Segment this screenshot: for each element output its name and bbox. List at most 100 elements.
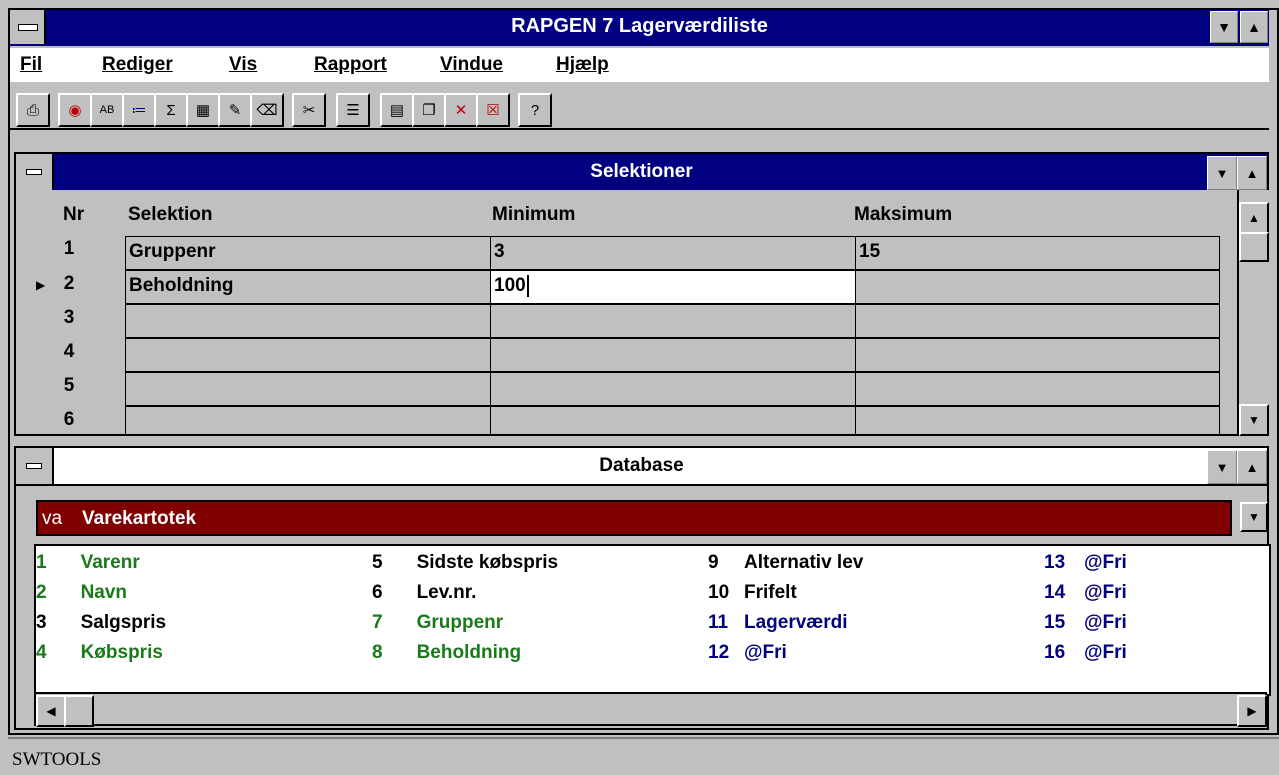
menu-rapport[interactable]: Rapport — [314, 54, 387, 76]
maksimum-cell[interactable] — [855, 372, 1220, 406]
minimum-cell[interactable] — [490, 372, 856, 406]
table-select[interactable]: va Varekartotek — [36, 500, 1232, 536]
scroll-up-button[interactable]: ▲ — [1239, 202, 1269, 234]
selektioner-minimize-button[interactable]: ▼ — [1207, 156, 1237, 190]
field-item[interactable]: 13 @Fri — [1044, 552, 1127, 574]
calculator-button[interactable]: ▦ — [186, 93, 220, 127]
cut-button[interactable]: ✂ — [292, 93, 326, 127]
selektion-cell[interactable] — [125, 338, 491, 372]
field-item[interactable]: 6 Lev.nr. — [372, 582, 476, 604]
field-name: Frifelt — [744, 582, 797, 603]
help-button[interactable]: ? — [518, 93, 552, 127]
field-item[interactable]: 7 Gruppenr — [372, 612, 503, 634]
title-bar[interactable]: RAPGEN 7 Lagerværdiliste ▼ ▲ — [10, 10, 1269, 46]
field-nr: 9 — [708, 552, 719, 573]
field-item[interactable]: 3 Salgspris — [36, 612, 166, 634]
minimize-arrow-icon: ▼ — [1215, 165, 1229, 181]
field-item[interactable]: 15 @Fri — [1044, 612, 1127, 634]
table-dropdown-button[interactable]: ▼ — [1240, 502, 1268, 532]
current-row-indicator-icon: ▶ — [36, 278, 46, 292]
selektion-cell[interactable] — [125, 406, 491, 434]
ab-field-button[interactable]: AB — [90, 93, 124, 127]
selektioner-title-bar[interactable]: Selektioner ▼ ▲ — [16, 154, 1267, 190]
field-item[interactable]: 1 Varenr — [36, 552, 140, 574]
delete-window-icon: ☒ — [486, 102, 500, 119]
col-header-maksimum: Maksimum — [854, 204, 953, 225]
delete-window-button[interactable]: ☒ — [476, 93, 510, 127]
close-window-button[interactable]: ✕ — [444, 93, 478, 127]
field-name: Købspris — [80, 642, 163, 663]
selektion-cell[interactable]: Gruppenr — [125, 236, 491, 270]
sum-button[interactable]: Σ — [154, 93, 188, 127]
field-name: @Fri — [1084, 642, 1127, 663]
menu-hjaelp[interactable]: Hjælp — [556, 54, 609, 76]
menu-vis[interactable]: Vis — [229, 54, 257, 76]
selektion-cell[interactable] — [125, 372, 491, 406]
scroll-right-button[interactable]: ▶ — [1237, 695, 1267, 727]
minimum-cell[interactable] — [490, 338, 856, 372]
maksimum-cell[interactable]: 15 — [855, 236, 1220, 270]
field-nr: 8 — [372, 642, 383, 663]
maximize-button[interactable]: ▲ — [1240, 11, 1268, 43]
edit-form-icon: ✎ — [228, 102, 242, 119]
selektioner-vertical-scrollbar[interactable]: ▲ ▼ — [1237, 190, 1269, 436]
field-item[interactable]: 10 Frifelt — [708, 582, 797, 604]
field-name: Varenr — [80, 552, 140, 573]
selektion-cell[interactable] — [125, 304, 491, 338]
field-item[interactable]: 4 Købspris — [36, 642, 163, 664]
field-item[interactable]: 8 Beholdning — [372, 642, 521, 664]
minimum-cell[interactable] — [490, 304, 856, 338]
cut-icon: ✂ — [302, 102, 316, 119]
eraser-button[interactable]: ⌫ — [250, 93, 284, 127]
field-item[interactable]: 2 Navn — [36, 582, 127, 604]
database-maximize-button[interactable]: ▲ — [1237, 450, 1267, 484]
menu-rediger[interactable]: Rediger — [102, 54, 173, 76]
indent-icon: ☰ — [346, 102, 360, 119]
field-nr: 4 — [36, 642, 47, 663]
field-nr: 3 — [36, 612, 47, 633]
list-icon: ≔ — [131, 102, 147, 119]
field-item[interactable]: 14 @Fri — [1044, 582, 1127, 604]
field-nr: 14 — [1044, 582, 1066, 603]
scroll-thumb[interactable] — [1239, 232, 1269, 262]
minimum-input[interactable]: 100 — [490, 270, 856, 304]
field-item[interactable]: 5 Sidste købspris — [372, 552, 558, 574]
minimize-button[interactable]: ▼ — [1210, 11, 1238, 43]
chevron-down-icon: ▼ — [1248, 510, 1260, 524]
maksimum-cell[interactable] — [855, 304, 1220, 338]
minimum-cell[interactable] — [490, 406, 856, 434]
edit-form-button[interactable]: ✎ — [218, 93, 252, 127]
selektioner-title: Selektioner — [590, 161, 693, 182]
row-number: 5 — [63, 375, 75, 396]
field-item[interactable]: 9 Alternativ lev — [708, 552, 863, 574]
menu-rediger-label: Rediger — [102, 54, 173, 75]
window-tile-button[interactable]: ▤ — [380, 93, 414, 127]
scroll-down-button[interactable]: ▼ — [1239, 404, 1269, 436]
minimum-cell[interactable]: 3 — [490, 236, 856, 270]
menu-fil[interactable]: Fil — [20, 54, 42, 76]
selektion-cell[interactable]: Beholdning — [125, 270, 491, 304]
menu-vindue[interactable]: Vindue — [440, 54, 503, 76]
scroll-left-button[interactable]: ◀ — [36, 695, 66, 727]
field-item[interactable]: 12 @Fri — [708, 642, 787, 664]
field-list-horizontal-scrollbar[interactable]: ◀ ▶ — [34, 692, 1267, 727]
window-cascade-button[interactable]: ❐ — [412, 93, 446, 127]
menu-fil-label: Fil — [20, 54, 43, 75]
help-icon: ? — [530, 101, 540, 119]
maksimum-cell[interactable] — [855, 338, 1220, 372]
minimum-input-value: 100 — [494, 275, 526, 296]
list-button[interactable]: ≔ — [122, 93, 156, 127]
field-name: @Fri — [744, 642, 787, 663]
database-minimize-button[interactable]: ▼ — [1207, 450, 1237, 484]
database-title-bar[interactable]: Database ▼ ▲ — [16, 448, 1267, 486]
print-button[interactable]: ⎙ — [16, 93, 50, 127]
arrow-up-icon: ▲ — [1248, 211, 1260, 225]
selektioner-maximize-button[interactable]: ▲ — [1237, 156, 1267, 190]
maksimum-cell[interactable] — [855, 406, 1220, 434]
record-button[interactable]: ◉ — [58, 93, 92, 127]
field-item[interactable]: 16 @Fri — [1044, 642, 1127, 664]
maksimum-cell[interactable] — [855, 270, 1220, 304]
indent-button[interactable]: ☰ — [336, 93, 370, 127]
field-item[interactable]: 11 Lagerværdi — [708, 612, 847, 634]
scroll-thumb[interactable] — [64, 695, 94, 727]
